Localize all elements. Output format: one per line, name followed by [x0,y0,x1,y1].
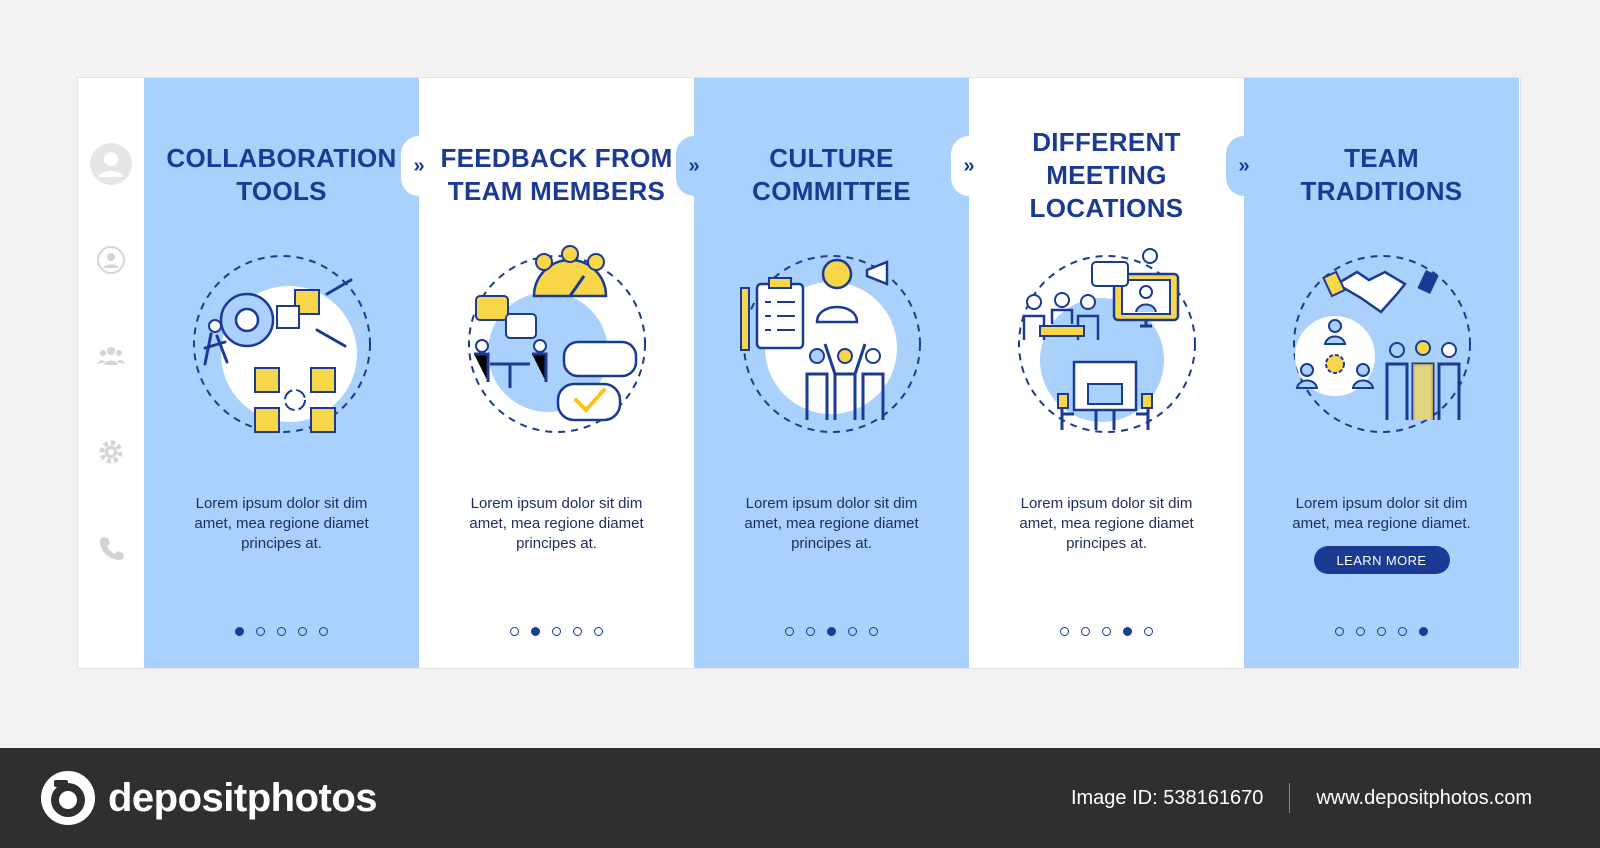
side-rail [78,78,144,668]
page-dot-1[interactable] [785,627,794,636]
phone-icon[interactable] [89,526,133,570]
next-chevron-icon[interactable]: » [1222,144,1266,188]
page-dot-4[interactable] [298,627,307,636]
page-dot-4[interactable] [573,627,582,636]
footer-divider [1289,783,1291,813]
user-avatar-icon[interactable] [89,142,133,186]
panel-description: Lorem ipsum dolor sit dim amet, mea regi… [1019,495,1194,552]
image-id: Image ID: 538161670 [1070,786,1264,809]
page-dot-3[interactable] [552,627,561,636]
panel-culture-committee: CULTURE COMMITTEE Lorem ipsum dolor sit … [694,78,987,668]
panel-strip: COLLABORATION TOOLS Lorem ipsum dolor si… [144,78,1520,668]
page-dot-5[interactable] [1144,627,1153,636]
onboarding-screens: COLLABORATION TOOLS Lorem ipsum dolor si… [78,78,1520,668]
page-dot-4[interactable] [1398,627,1407,636]
pagination-dots [1244,627,1519,636]
panel-collaboration-tools: COLLABORATION TOOLS Lorem ipsum dolor si… [144,78,437,668]
pagination-dots [969,627,1244,636]
panel-description: Lorem ipsum dolor sit dim amet, mea regi… [1292,495,1471,532]
pagination-dots [144,627,419,636]
panel-title: DIFFERENT MEETING LOCATIONS [1029,126,1184,223]
meeting-locations-icon [1017,248,1196,433]
team-traditions-icon [1292,255,1471,433]
page-dot-5[interactable] [319,627,328,636]
page-dot-2[interactable] [1081,627,1090,636]
pagination-dots [419,627,694,636]
page-dot-1[interactable] [1060,627,1069,636]
page-dot-3[interactable] [827,627,836,636]
page-dot-1[interactable] [235,627,244,636]
panel-description: Lorem ipsum dolor sit dim amet, mea regi… [744,495,919,552]
page-dot-2[interactable] [1356,627,1365,636]
page-dot-4[interactable] [1123,627,1132,636]
page-dot-4[interactable] [848,627,857,636]
panel-meeting-locations: DIFFERENT MEETING LOCATIONS Lorem ipsum … [969,78,1262,668]
page-dot-2[interactable] [256,627,265,636]
pagination-dots [694,627,969,636]
page-dot-3[interactable] [1102,627,1111,636]
page-dot-2[interactable] [531,627,540,636]
next-chevron-icon[interactable]: » [947,144,991,188]
culture-committee-icon [739,255,921,433]
panel-team-traditions: TEAM TRADITIONS Lorem ipsum dolor sit di… [1244,78,1519,668]
next-chevron-icon[interactable]: » [397,144,441,188]
feedback-icon [467,245,646,433]
page-dot-2[interactable] [806,627,815,636]
page-dot-3[interactable] [277,627,286,636]
collaboration-tools-icon [192,255,371,433]
panel-feedback: FEEDBACK FROM TEAM MEMBERS Lorem ipsum d… [419,78,712,668]
page-dot-1[interactable] [1335,627,1344,636]
page-dot-5[interactable] [594,627,603,636]
page-dot-5[interactable] [1419,627,1428,636]
learn-more-button[interactable]: LEARN MORE [1313,546,1450,574]
panel-title: CULTURE COMMITTEE [752,143,911,206]
panel-title: COLLABORATION TOOLS [166,143,397,206]
panel-title: TEAM TRADITIONS [1300,143,1463,206]
gear-icon[interactable] [89,430,133,474]
page-dot-1[interactable] [510,627,519,636]
footer-info: Image ID: 538161670 www.depositphotos.co… [1071,783,1532,813]
watermark-footer: depositphotos Image ID: 538161670 www.de… [0,748,1600,848]
page-dot-3[interactable] [1377,627,1386,636]
brand-name: depositphotos [108,775,378,820]
user-circle-icon[interactable] [89,238,133,282]
next-chevron-icon[interactable]: » [672,144,716,188]
group-icon[interactable] [89,334,133,378]
camera-logo-icon [41,771,95,825]
page-dot-5[interactable] [869,627,878,636]
panel-description: Lorem ipsum dolor sit dim amet, mea regi… [194,495,369,552]
panel-description: Lorem ipsum dolor sit dim amet, mea regi… [469,495,644,552]
site-url[interactable]: www.depositphotos.com [1316,787,1532,810]
panel-title: FEEDBACK FROM TEAM MEMBERS [440,143,673,206]
